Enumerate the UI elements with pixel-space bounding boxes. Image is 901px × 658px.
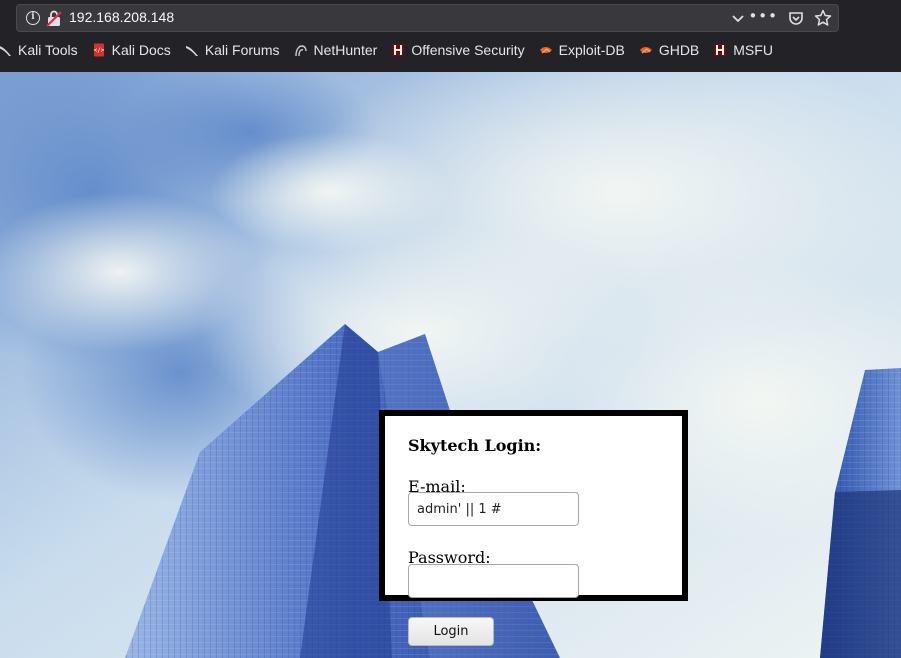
login-form: Skytech Login: E-mail: Password: — [379, 410, 688, 601]
bookmark-kali-tools[interactable]: Kali Tools — [0, 42, 78, 58]
bookmark-offensive-security[interactable]: Offensive Security — [391, 42, 525, 58]
bookmarks-toolbar: Kali Tools </> Kali Docs Kali Forums Net… — [0, 37, 787, 63]
bookmark-label: GHDB — [658, 42, 700, 58]
kali-dragon-icon — [0, 46, 11, 56]
nethunter-icon — [294, 45, 307, 57]
login-button[interactable]: Login — [408, 617, 494, 646]
bookmark-msfu[interactable]: MSFU — [713, 42, 773, 58]
bookmark-exploit-db[interactable]: Exploit-DB — [539, 42, 625, 58]
exploit-db-icon — [539, 47, 552, 54]
page-actions-icon[interactable]: ••• — [748, 7, 778, 25]
bookmark-label: Exploit-DB — [558, 42, 625, 58]
bookmark-label: Kali Tools — [18, 42, 78, 58]
star-bookmark-icon[interactable] — [814, 9, 832, 27]
bookmark-label: MSFU — [733, 42, 773, 58]
email-field[interactable] — [408, 492, 579, 526]
insecure-connection-icon[interactable] — [46, 10, 62, 27]
msfu-icon — [714, 44, 727, 56]
pocket-icon[interactable] — [788, 10, 804, 26]
svg-text:</>: </> — [93, 47, 104, 54]
page-viewport: Skytech Login: E-mail: Password: Login — [0, 72, 901, 658]
url-text[interactable]: 192.168.208.148 — [69, 9, 174, 25]
bookmark-label: Offensive Security — [411, 42, 525, 58]
bookmark-label: Kali Docs — [111, 42, 171, 58]
ghdb-icon — [639, 47, 652, 54]
bookmark-label: NetHunter — [313, 42, 378, 58]
bookmark-kali-forums[interactable]: Kali Forums — [185, 42, 280, 58]
offsec-icon — [392, 44, 405, 56]
bookmark-label: Kali Forums — [204, 42, 280, 58]
password-field[interactable] — [408, 564, 579, 598]
kali-docs-icon: </> — [93, 43, 104, 57]
url-bar[interactable]: i 192.168.208.148 ••• — [16, 4, 839, 32]
chevron-down-icon[interactable] — [730, 9, 746, 27]
browser-chrome: i 192.168.208.148 ••• Kali Tools </> Kal… — [0, 0, 901, 72]
bookmark-kali-docs[interactable]: </> Kali Docs — [92, 42, 171, 58]
bookmark-ghdb[interactable]: GHDB — [639, 42, 699, 58]
login-title: Skytech Login: — [408, 436, 542, 455]
info-icon[interactable]: i — [26, 11, 40, 25]
bookmark-nethunter[interactable]: NetHunter — [294, 42, 378, 58]
kali-dragon-icon — [185, 46, 198, 56]
